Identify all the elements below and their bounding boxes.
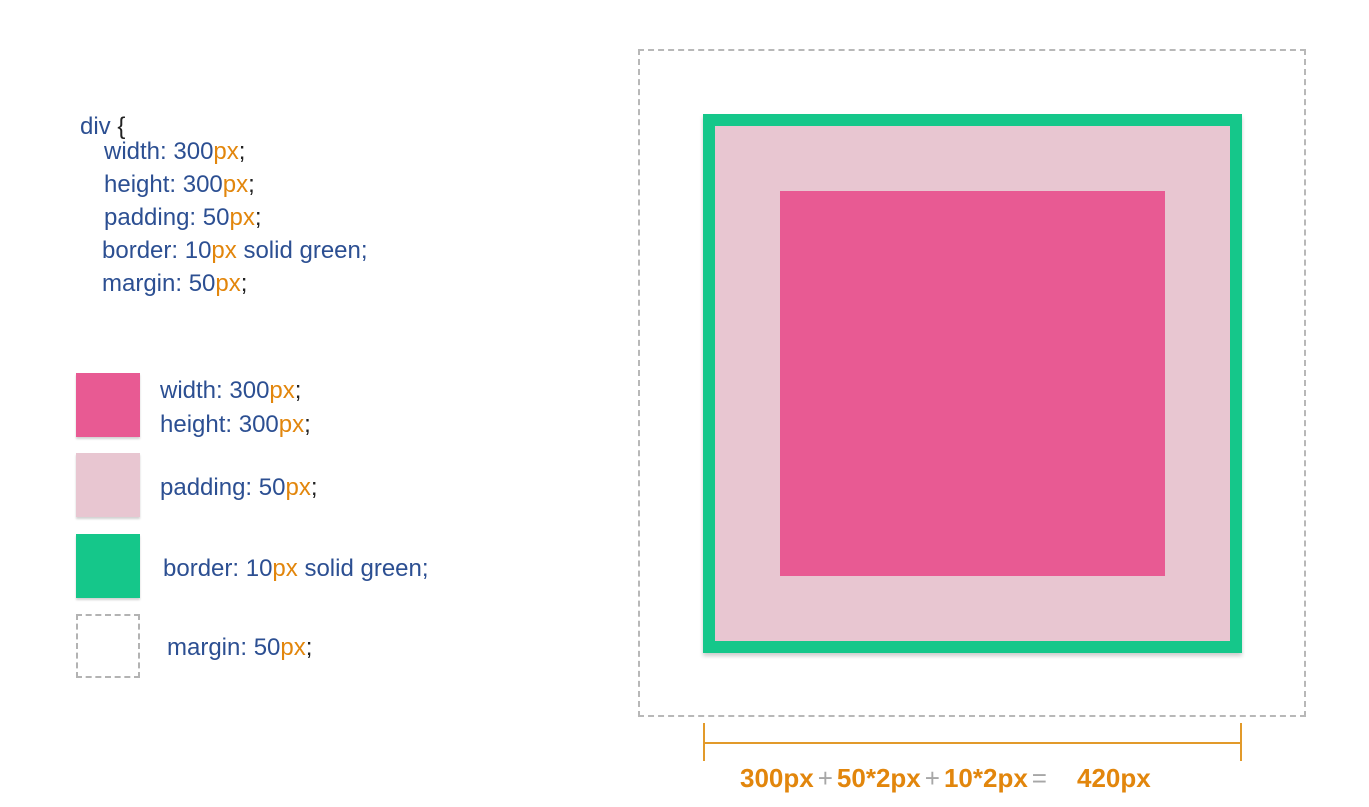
- border-swatch: [76, 534, 140, 598]
- content-swatch: [76, 373, 140, 437]
- dimension-tick-right: [1240, 723, 1242, 761]
- legend-padding-label: padding: 50px;: [160, 471, 318, 504]
- content-area: [780, 191, 1165, 576]
- legend-border-unit: px: [272, 555, 298, 582]
- code-semicolon: ;: [254, 204, 262, 231]
- legend-height-unit: px: [278, 411, 305, 438]
- legend-semicolon: ;: [305, 634, 313, 661]
- legend-margin-prop: margin:: [167, 634, 254, 661]
- legend-border-prop: border:: [163, 555, 246, 582]
- legend-padding-prop: padding:: [160, 474, 259, 501]
- code-semicolon: ;: [248, 171, 255, 198]
- code-border-num: 10: [184, 237, 212, 264]
- legend-padding-num: 50: [258, 474, 286, 501]
- code-line-width: width: 300px;: [104, 135, 370, 168]
- code-padding-prop: padding:: [104, 204, 203, 231]
- formula-term-padding: 50*2px: [836, 763, 921, 793]
- code-height-num: 300: [182, 171, 223, 198]
- legend-width-label: width: 300px;: [160, 374, 301, 407]
- legend-width-unit: px: [269, 377, 295, 404]
- code-border-rest: solid green;: [236, 237, 368, 264]
- legend-width-prop: width:: [160, 377, 230, 404]
- dimension-line: [704, 742, 1241, 744]
- legend-margin-label: margin: 50px;: [167, 631, 312, 664]
- legend-semicolon: ;: [304, 411, 311, 438]
- padding-swatch: [76, 453, 140, 517]
- margin-swatch: [76, 614, 140, 678]
- code-padding-num: 50: [202, 204, 230, 231]
- legend-padding-unit: px: [285, 474, 311, 501]
- code-margin-num: 50: [188, 270, 216, 297]
- code-border-unit: px: [211, 237, 237, 264]
- code-margin-prop: margin:: [102, 270, 189, 297]
- code-width-prop: width:: [104, 138, 174, 165]
- code-margin-unit: px: [215, 270, 241, 297]
- formula-plus-1: +: [817, 763, 833, 793]
- formula-equals: =: [1031, 763, 1047, 793]
- width-formula: 300px +50*2px +10*2px = 420px: [740, 761, 1151, 795]
- box-model-diagram: div { width: 300px; height: 300px; paddi…: [0, 0, 1369, 807]
- code-line-padding: padding: 50px;: [104, 201, 370, 234]
- css-code-block: div { width: 300px; height: 300px; paddi…: [80, 110, 368, 308]
- code-semicolon: ;: [240, 270, 248, 297]
- formula-plus-2: +: [924, 763, 940, 793]
- legend-height-num: 300: [238, 411, 279, 438]
- code-padding-unit: px: [229, 204, 255, 231]
- code-width-num: 300: [173, 138, 214, 165]
- code-line-height: height: 300px;: [104, 168, 370, 201]
- legend-height-prop: height:: [160, 411, 239, 438]
- formula-result: 420px: [1076, 763, 1151, 793]
- code-semicolon: ;: [238, 138, 246, 165]
- code-height-unit: px: [222, 171, 249, 198]
- code-line-border: border: 10px solid green;: [102, 234, 368, 267]
- legend-margin-unit: px: [280, 634, 306, 661]
- legend-semicolon: ;: [310, 474, 318, 501]
- code-height-prop: height:: [104, 171, 183, 198]
- legend-height-label: height: 300px;: [160, 408, 311, 441]
- legend-border-num: 10: [245, 555, 273, 582]
- legend-width-num: 300: [229, 377, 270, 404]
- code-border-prop: border:: [102, 237, 185, 264]
- code-width-unit: px: [213, 138, 239, 165]
- legend-border-label: border: 10px solid green;: [163, 552, 429, 585]
- formula-term-content: 300px: [740, 763, 814, 793]
- formula-term-border: 10*2px: [943, 763, 1028, 793]
- legend-border-rest: solid green;: [297, 555, 429, 582]
- code-line-margin: margin: 50px;: [102, 267, 368, 300]
- legend-semicolon: ;: [294, 377, 302, 404]
- legend-margin-num: 50: [253, 634, 281, 661]
